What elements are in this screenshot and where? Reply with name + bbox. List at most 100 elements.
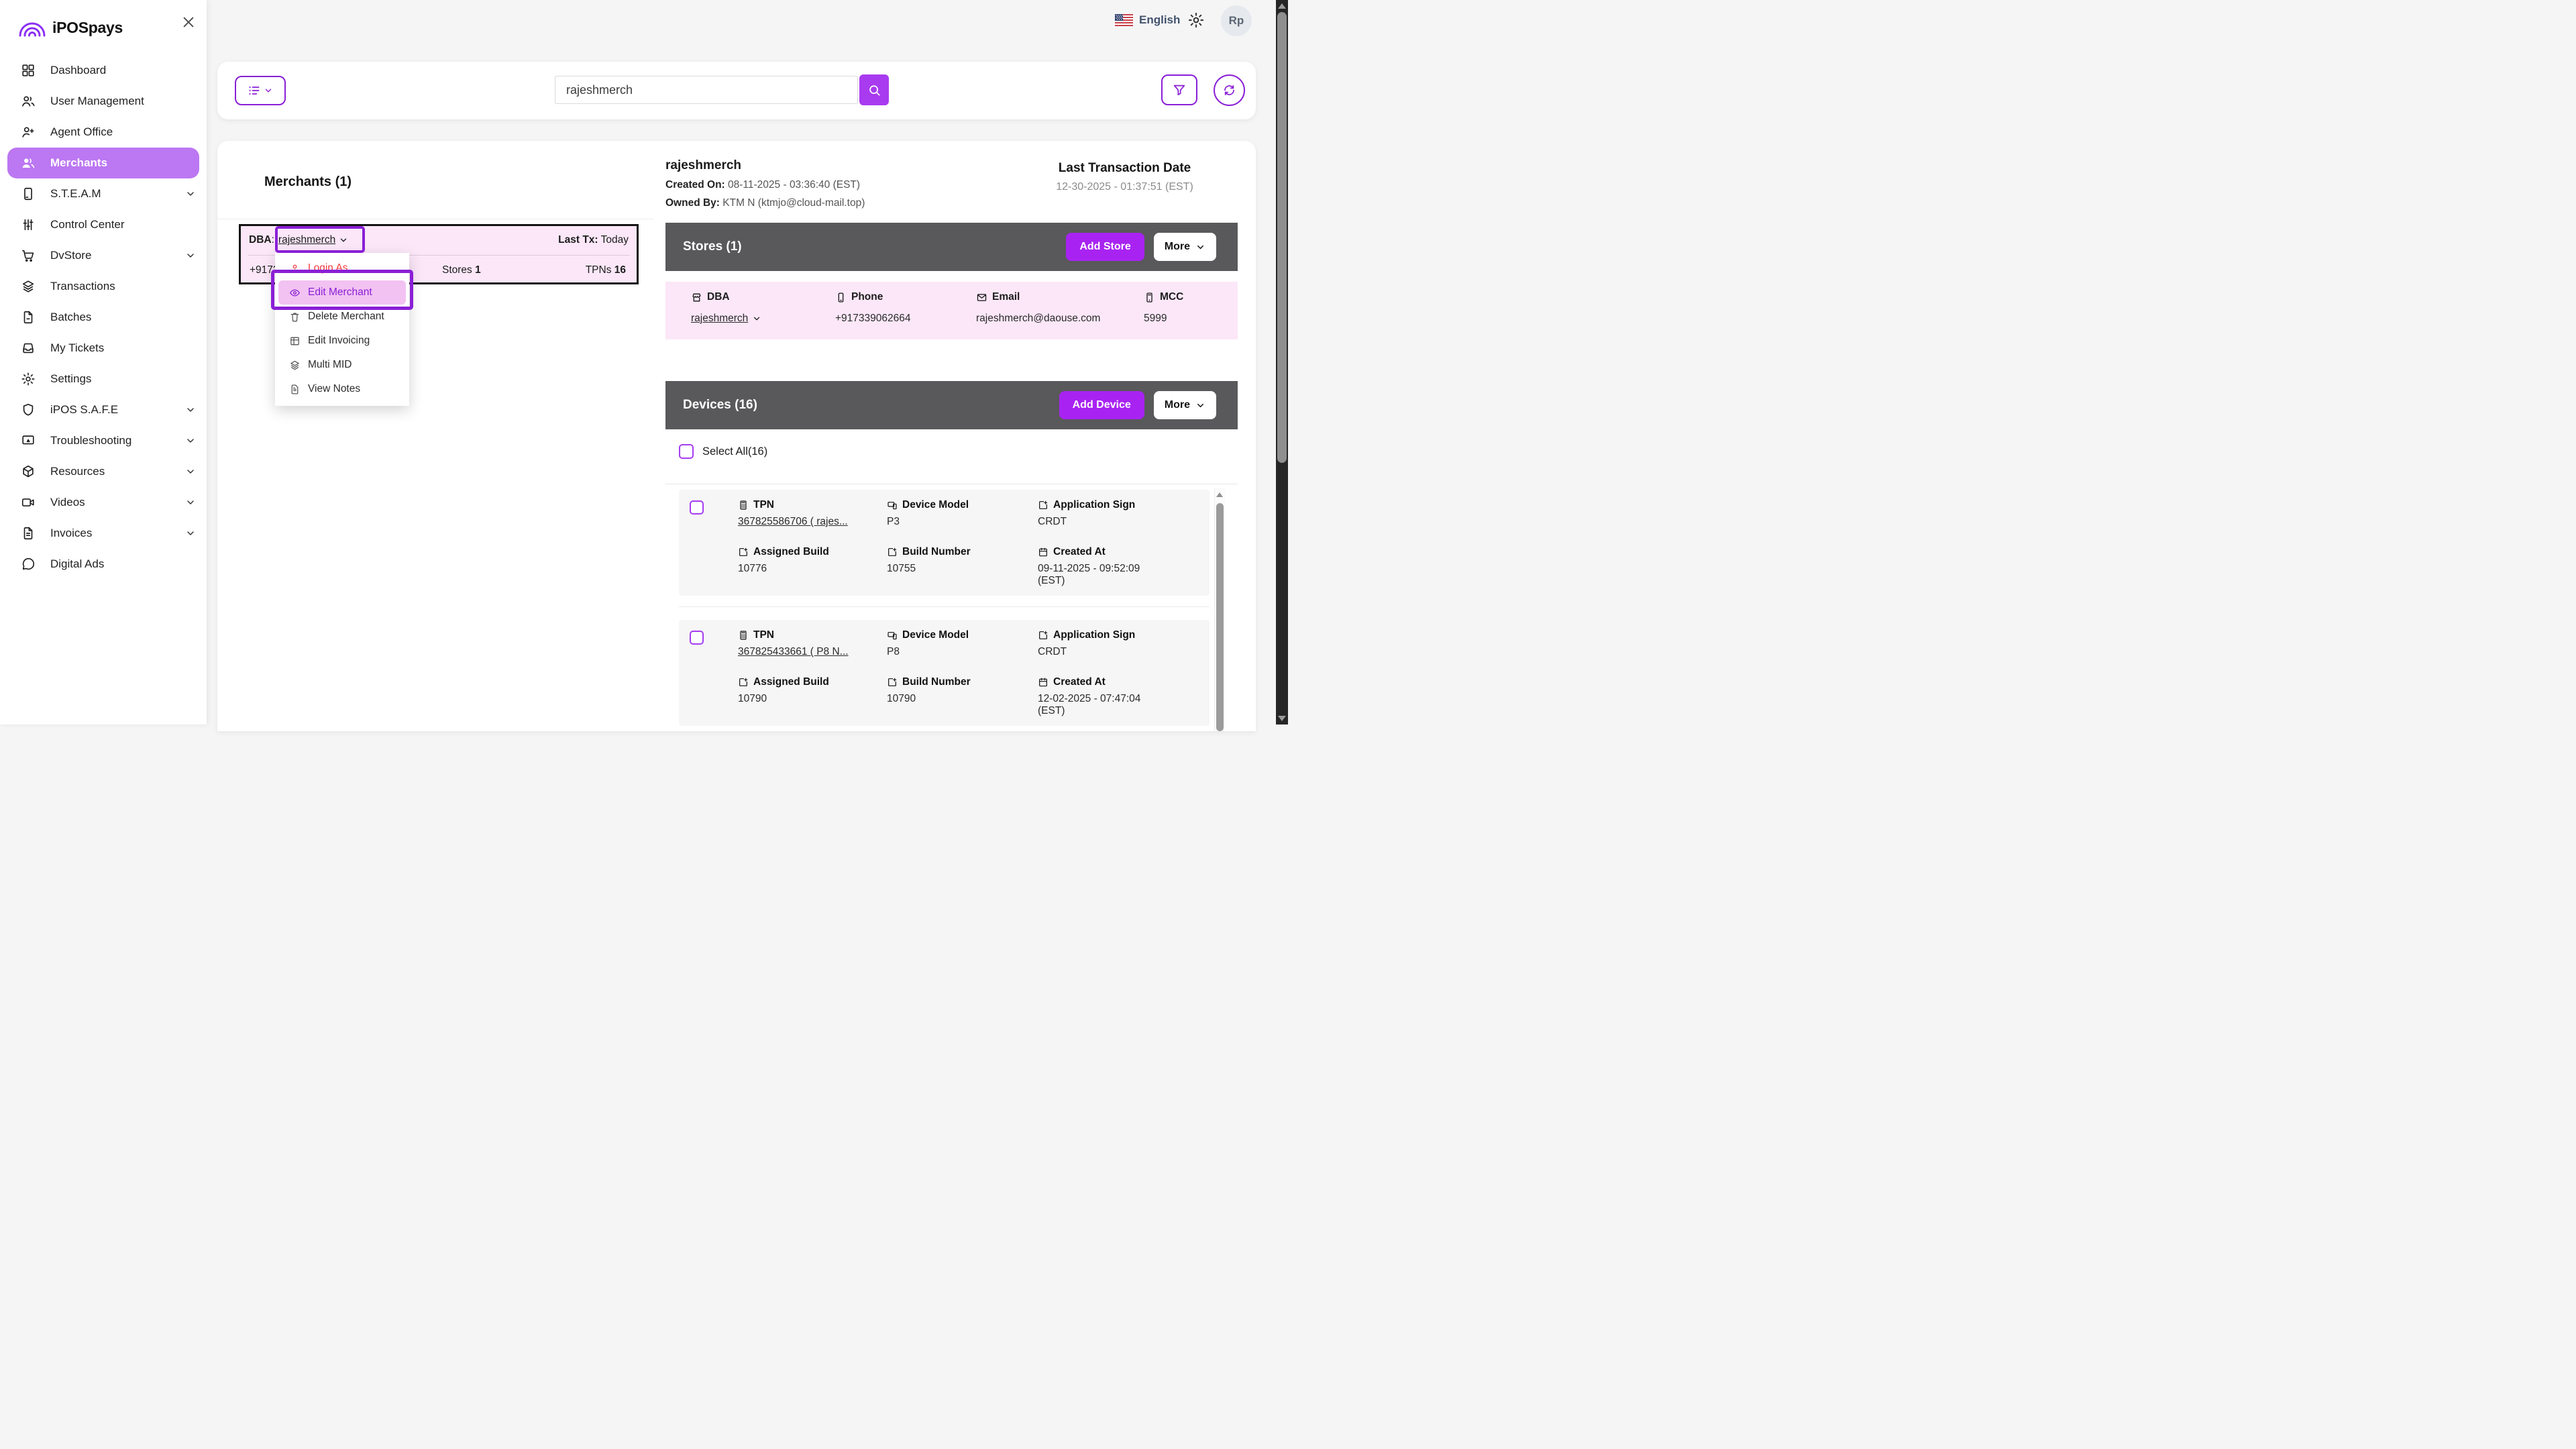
select-all-checkbox[interactable] bbox=[679, 444, 694, 459]
device-list-scrollbar[interactable] bbox=[1214, 488, 1225, 731]
divider bbox=[679, 606, 1210, 607]
sidebar-item-label: DvStore bbox=[50, 249, 91, 262]
chevron-down-icon bbox=[185, 435, 196, 446]
sidebar-item-label: Control Center bbox=[50, 218, 125, 231]
sidebar-item-videos[interactable]: Videos bbox=[0, 487, 207, 518]
menu-item-edit-merchant[interactable]: Edit Merchant bbox=[278, 280, 406, 305]
refresh-button[interactable] bbox=[1214, 74, 1245, 106]
menu-item-label: Edit Invoicing bbox=[308, 335, 370, 347]
mail-icon bbox=[976, 292, 987, 303]
search-input[interactable] bbox=[555, 76, 858, 104]
filter-button[interactable] bbox=[1161, 74, 1197, 105]
chevron-down-icon bbox=[185, 466, 196, 477]
add-store-button[interactable]: Add Store bbox=[1066, 233, 1144, 261]
rainbow-logo-icon bbox=[17, 17, 47, 38]
sidebar-item-resources[interactable]: Resources bbox=[0, 456, 207, 487]
sidebar-item-my-tickets[interactable]: My Tickets bbox=[0, 333, 207, 364]
sidebar-item-merchants[interactable]: Merchants bbox=[7, 148, 199, 178]
device-model-icon bbox=[887, 500, 898, 511]
menu-item-view-notes[interactable]: View Notes bbox=[275, 377, 409, 401]
merchant-dba-dropdown[interactable]: rajeshmerch bbox=[278, 234, 348, 246]
sidebar-item-digital-ads[interactable]: Digital Ads bbox=[0, 549, 207, 580]
sidebar-item-troubleshooting[interactable]: Troubleshooting bbox=[0, 425, 207, 456]
store-phone-value: +917339062664 bbox=[835, 313, 911, 325]
devices-more-button[interactable]: More bbox=[1154, 391, 1216, 419]
sidebar-item-label: Troubleshooting bbox=[50, 434, 131, 447]
grid-icon bbox=[21, 63, 36, 78]
sidebar-item-batches[interactable]: Batches bbox=[0, 302, 207, 333]
avatar[interactable]: Rp bbox=[1221, 5, 1252, 36]
device-checkbox[interactable] bbox=[690, 500, 704, 515]
scrollbar-thumb[interactable] bbox=[1277, 12, 1287, 463]
search-icon bbox=[867, 83, 881, 97]
sidebar-item-dvstore[interactable]: DvStore bbox=[0, 240, 207, 271]
menu-item-edit-invoicing[interactable]: Edit Invoicing bbox=[275, 329, 409, 353]
device-build-number: Build Number 10790 bbox=[887, 676, 971, 705]
language-selector[interactable]: English bbox=[1115, 13, 1180, 27]
page-scrollbar[interactable] bbox=[1276, 0, 1288, 724]
owned-by: Owned By: KTM N (ktmjo@cloud-mail.top) bbox=[665, 197, 865, 209]
sidebar-item-label: Dashboard bbox=[50, 64, 106, 77]
device-card: TPN 367825586706 ( rajes... Device Model… bbox=[679, 490, 1210, 596]
device-app-sign: Application Sign CRDT bbox=[1038, 499, 1135, 528]
menu-item-label: Edit Merchant bbox=[308, 286, 372, 299]
stores-more-button[interactable]: More bbox=[1154, 233, 1216, 261]
sidebar-item-ipos-safe[interactable]: iPOS S.A.F.E bbox=[0, 394, 207, 425]
scroll-up-arrow-icon[interactable] bbox=[1216, 492, 1223, 497]
sidebar-item-transactions[interactable]: Transactions bbox=[0, 271, 207, 302]
last-transaction-value: 12-30-2025 - 01:37:51 (EST) bbox=[999, 181, 1250, 193]
device-tpn-link[interactable]: 367825586706 ( rajes... bbox=[738, 516, 848, 528]
funnel-icon bbox=[1172, 83, 1187, 97]
store-dba-label: DBA bbox=[691, 291, 730, 303]
sidebar-item-agent-office[interactable]: Agent Office bbox=[0, 117, 207, 148]
inbox-icon bbox=[21, 341, 36, 356]
stores-section-bar: Stores (1) Add Store More bbox=[665, 223, 1238, 271]
dba-separator: : bbox=[272, 234, 274, 246]
trash-icon bbox=[289, 311, 301, 323]
sidebar-item-label: Digital Ads bbox=[50, 557, 104, 571]
sidebar-item-settings[interactable]: Settings bbox=[0, 364, 207, 394]
last-tx: Last Tx: Today bbox=[558, 234, 629, 246]
menu-item-delete-merchant[interactable]: Delete Merchant bbox=[275, 305, 409, 329]
layers-icon bbox=[289, 360, 301, 371]
sidebar-item-steam[interactable]: S.T.E.A.M bbox=[0, 178, 207, 209]
file-icon bbox=[21, 310, 36, 325]
gear-icon[interactable] bbox=[1187, 11, 1205, 29]
sidebar-item-invoices[interactable]: Invoices bbox=[0, 518, 207, 549]
sidebar-item-label: Batches bbox=[50, 311, 91, 324]
sidebar: iPOSpays Dashboard User Management Agent… bbox=[0, 0, 207, 724]
menu-item-multi-mid[interactable]: Multi MID bbox=[275, 353, 409, 377]
add-device-button[interactable]: Add Device bbox=[1059, 391, 1144, 419]
merchants-panel-title: Merchants (1) bbox=[264, 174, 352, 190]
scroll-up-arrow-icon[interactable] bbox=[1278, 3, 1286, 9]
device-checkbox[interactable] bbox=[690, 631, 704, 645]
sidebar-item-control-center[interactable]: Control Center bbox=[0, 209, 207, 240]
calendar-icon bbox=[1038, 547, 1049, 557]
scrollbar-thumb[interactable] bbox=[1216, 503, 1224, 731]
box-icon bbox=[21, 464, 36, 479]
monitor-alert-icon bbox=[21, 433, 36, 448]
pos-icon bbox=[1144, 292, 1155, 303]
main-card: Merchants (1) DBA : rajeshmerch Last Tx:… bbox=[217, 141, 1256, 731]
device-build-number: Build Number 10755 bbox=[887, 546, 971, 575]
store-email-label: Email bbox=[976, 291, 1020, 303]
scroll-down-arrow-icon[interactable] bbox=[1278, 716, 1286, 721]
cart-icon bbox=[21, 248, 36, 263]
list-view-button[interactable] bbox=[235, 76, 286, 105]
app-sign-icon bbox=[738, 677, 749, 688]
toolbar-card bbox=[217, 62, 1256, 119]
close-icon[interactable] bbox=[181, 15, 196, 30]
menu-item-login-as[interactable]: Login As bbox=[275, 256, 409, 280]
app-sign-icon bbox=[1038, 500, 1049, 511]
stores-title: Stores (1) bbox=[665, 239, 742, 254]
devices-title: Devices (16) bbox=[665, 398, 757, 413]
search-button[interactable] bbox=[859, 74, 889, 105]
sidebar-item-label: S.T.E.A.M bbox=[50, 187, 101, 201]
store-dba-value[interactable]: rajeshmerch bbox=[691, 313, 761, 325]
brand-name: iPOSpays bbox=[52, 19, 123, 37]
gear-icon bbox=[21, 372, 36, 386]
device-tpn-link[interactable]: 367825433661 ( P8 N... bbox=[738, 646, 849, 658]
sidebar-item-user-management[interactable]: User Management bbox=[0, 86, 207, 117]
sidebar-item-dashboard[interactable]: Dashboard bbox=[0, 55, 207, 86]
device-tpn: TPN 367825586706 ( rajes... bbox=[738, 499, 848, 528]
